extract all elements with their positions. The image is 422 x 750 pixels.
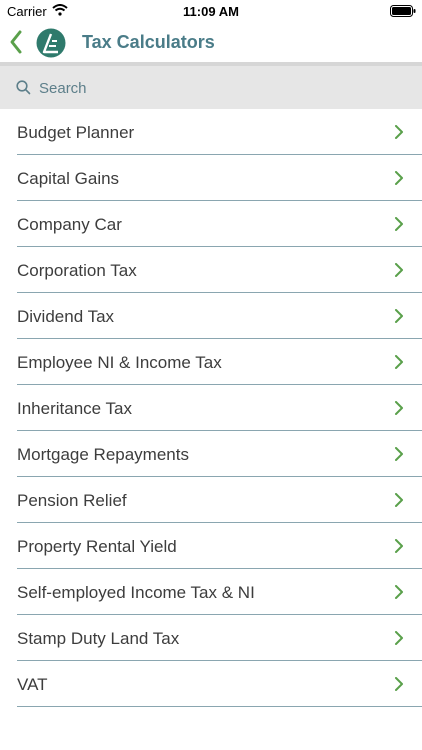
list-item-label: Property Rental Yield: [17, 537, 177, 556]
chevron-right-icon: [394, 125, 404, 139]
navigation-bar: Tax Calculators: [0, 22, 422, 62]
search-bar[interactable]: Search: [0, 66, 422, 109]
list-item-vat[interactable]: VAT: [17, 661, 422, 707]
list-item-dividend-tax[interactable]: Dividend Tax: [17, 293, 422, 339]
list-item-label: Employee NI & Income Tax: [17, 353, 222, 372]
chevron-right-icon: [394, 217, 404, 231]
list-item-label: Capital Gains: [17, 169, 120, 188]
chevron-right-icon: [394, 171, 404, 185]
chevron-right-icon: [394, 493, 404, 507]
list-item-employee-ni-income-tax[interactable]: Employee NI & Income Tax: [17, 339, 422, 385]
status-bar: Carrier 11:09 AM: [0, 0, 422, 22]
list-item-corporation-tax[interactable]: Corporation Tax: [17, 247, 422, 293]
list-item-label: Pension Relief: [17, 491, 127, 510]
list-item-label: Mortgage Repayments: [17, 445, 189, 464]
list-item-budget-planner[interactable]: Budget Planner: [17, 109, 422, 155]
calculator-list: Budget Planner Capital Gains Company Car…: [0, 109, 422, 707]
chevron-right-icon: [394, 677, 404, 691]
list-item-label: Inheritance Tax: [17, 399, 132, 418]
search-input[interactable]: Search: [39, 80, 87, 97]
page-title: Tax Calculators: [82, 32, 215, 52]
list-item-inheritance-tax[interactable]: Inheritance Tax: [17, 385, 422, 431]
chevron-right-icon: [394, 447, 404, 461]
clock: 11:09 AM: [183, 4, 239, 19]
list-item-label: Self-employed Income Tax & NI: [17, 583, 255, 602]
chevron-right-icon: [394, 539, 404, 553]
app-logo-icon: [36, 28, 66, 58]
back-chevron-icon[interactable]: [8, 28, 24, 56]
list-item-label: Company Car: [17, 215, 122, 234]
list-item-label: Dividend Tax: [17, 307, 115, 326]
list-item-property-rental-yield[interactable]: Property Rental Yield: [17, 523, 422, 569]
list-item-label: Corporation Tax: [17, 261, 137, 280]
list-item-label: Stamp Duty Land Tax: [17, 629, 180, 648]
chevron-right-icon: [394, 585, 404, 599]
list-item-mortgage-repayments[interactable]: Mortgage Repayments: [17, 431, 422, 477]
list-item-label: VAT: [17, 675, 48, 694]
search-icon: [16, 80, 31, 95]
chevron-right-icon: [394, 631, 404, 645]
list-item-company-car[interactable]: Company Car: [17, 201, 422, 247]
list-item-pension-relief[interactable]: Pension Relief: [17, 477, 422, 523]
chevron-right-icon: [394, 401, 404, 415]
chevron-right-icon: [394, 355, 404, 369]
chevron-right-icon: [394, 263, 404, 277]
list-item-capital-gains[interactable]: Capital Gains: [17, 155, 422, 201]
list-item-self-employed-income-tax-ni[interactable]: Self-employed Income Tax & NI: [17, 569, 422, 615]
list-item-stamp-duty-land-tax[interactable]: Stamp Duty Land Tax: [17, 615, 422, 661]
list-item-label: Budget Planner: [17, 123, 135, 142]
battery-icon: [390, 5, 416, 20]
chevron-right-icon: [394, 309, 404, 323]
